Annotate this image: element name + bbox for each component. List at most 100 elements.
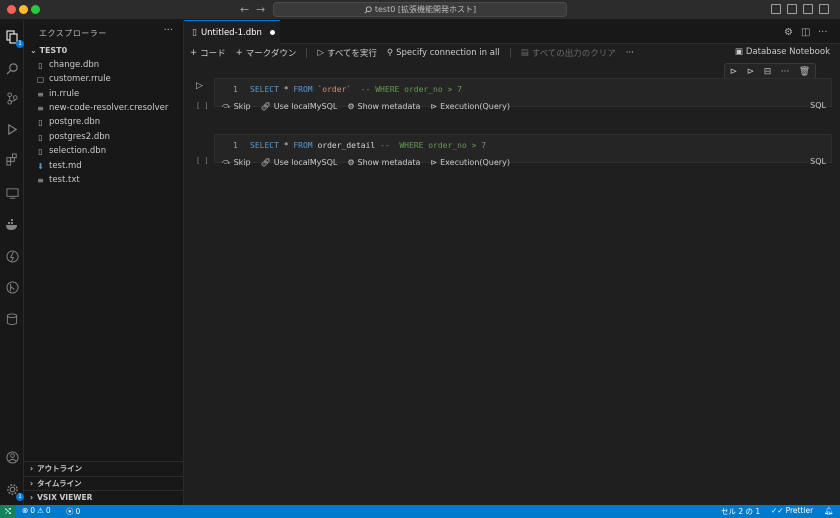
keyword: SELECT	[250, 85, 279, 94]
run-all-icon: ▷	[317, 48, 324, 58]
file-item-selection-dbn[interactable]: ▯ selection.dbn	[36, 144, 182, 158]
text-icon: ≡	[37, 175, 44, 185]
remote-indicator-icon[interactable]: ⤭	[0, 505, 16, 518]
cell-language-sql[interactable]: SQL	[810, 101, 826, 110]
use-connection-button[interactable]: 🔗︎ Use localMySQL	[261, 158, 338, 167]
execution-query-button[interactable]: ⊳ Execution(Query)	[430, 102, 510, 111]
section-label: アウトライン	[37, 464, 83, 473]
skip-button[interactable]: ⤼ Skip	[222, 157, 251, 167]
forward-arrow-icon[interactable]: →	[256, 3, 265, 16]
file-name: customer.rrule	[49, 74, 111, 84]
keyword: FROM	[293, 141, 313, 150]
database-icon[interactable]	[3, 310, 21, 328]
git-graph-icon[interactable]	[3, 278, 21, 296]
ports-indicator[interactable]: ⦿ 0	[66, 506, 80, 517]
remote-explorer-icon[interactable]	[3, 184, 21, 202]
file-name: postgres2.dbn	[49, 132, 111, 142]
split-cell-icon[interactable]: ⊟	[764, 67, 772, 77]
chevron-down-icon: ⌄	[30, 46, 37, 55]
settings-gear-icon[interactable]: ⚙	[784, 27, 793, 38]
execution-count: [ ]	[196, 157, 209, 165]
file-item-new-code-resolver[interactable]: ≡ new-code-resolver.cresolver	[36, 101, 182, 115]
table-name: order_detail	[312, 141, 376, 150]
cell-position-indicator[interactable]: セル 2 の 1	[721, 506, 760, 517]
timeline-section[interactable]: › タイムライン	[24, 476, 184, 490]
operator: *	[278, 85, 294, 94]
show-metadata-label: Show metadata	[357, 157, 421, 167]
execution-query-button[interactable]: ⊳ Execution(Query)	[430, 158, 510, 167]
use-connection-button[interactable]: 🔗︎ Use localMySQL	[261, 102, 338, 111]
show-metadata-button[interactable]: ⚙ Show metadata	[347, 102, 420, 111]
notebook-icon: ▯	[38, 60, 43, 70]
explorer-icon[interactable]: 1	[3, 28, 24, 48]
editor-area: ▯ Untitled-1.dbn ⚙ ◫ ··· + コード + マークダウン …	[184, 20, 840, 505]
run-all-button[interactable]: ▷ すべてを実行	[317, 47, 376, 59]
search-icon[interactable]	[3, 59, 21, 77]
file-item-postgres2-dbn[interactable]: ▯ postgres2.dbn	[36, 130, 182, 144]
file-item-postgre-dbn[interactable]: ▯ postgre.dbn	[36, 115, 182, 129]
file-item-test-txt[interactable]: ≡ test.txt	[36, 173, 182, 187]
tab-untitled-dbn[interactable]: ▯ Untitled-1.dbn	[184, 20, 280, 44]
lightning-icon[interactable]	[3, 247, 21, 265]
cell-code[interactable]: SELECT * FROM order_detail -- WHERE orde…	[250, 141, 486, 150]
minimize-window-button[interactable]	[19, 5, 28, 14]
command-center-search[interactable]: test0 [拡張機能開発ホスト]	[273, 2, 567, 17]
delete-cell-icon[interactable]: 🗑	[799, 67, 810, 77]
add-code-cell-button[interactable]: + コード	[190, 47, 226, 59]
back-arrow-icon[interactable]: ←	[240, 3, 249, 16]
source-control-icon[interactable]	[3, 89, 21, 107]
gear-icon: ⚙	[347, 157, 355, 167]
folder-name: TEST0	[39, 46, 68, 55]
file-item-change-dbn[interactable]: ▯ change.dbn	[36, 58, 182, 72]
clear-all-outputs-button[interactable]: ▤ すべての出力のクリア	[521, 47, 616, 59]
split-editor-icon[interactable]: ◫	[801, 27, 810, 38]
notifications-bell-icon[interactable]: 🔔︎	[824, 506, 834, 515]
customize-layout-icon[interactable]	[819, 4, 829, 14]
notebook-icon: ▯	[38, 117, 43, 127]
toggle-sidebar-icon[interactable]	[771, 4, 781, 14]
more-toolbar-icon[interactable]: ···	[626, 48, 634, 58]
account-icon[interactable]	[3, 448, 21, 466]
folder-header[interactable]: ⌄ TEST0	[30, 46, 67, 55]
more-cell-actions-icon[interactable]: ···	[781, 67, 790, 77]
prettier-indicator[interactable]: ✓✓ Prettier	[771, 506, 813, 515]
manage-gear-icon[interactable]: 1	[3, 480, 24, 501]
execute-below-icon[interactable]: ⊳	[747, 67, 755, 77]
toggle-panel-icon[interactable]	[787, 4, 797, 14]
warning-icon: ⚠	[37, 506, 44, 515]
problems-indicator[interactable]: ⊗ 0 ⚠ 0	[22, 506, 51, 515]
docker-icon[interactable]	[3, 216, 21, 234]
gear-icon: ⚙	[347, 101, 355, 111]
show-metadata-button[interactable]: ⚙ Show metadata	[347, 158, 420, 167]
skip-button[interactable]: ⤼ Skip	[222, 101, 251, 111]
file-item-customer-rrule[interactable]: ▢ customer.rrule	[36, 72, 182, 86]
file-item-in-rrule[interactable]: ≡ in.rrule	[36, 87, 182, 101]
more-actions-icon[interactable]: ···	[163, 25, 173, 36]
notebook-toolbar: + コード + マークダウン ▷ すべてを実行 ⚲ Specify connec…	[184, 44, 840, 62]
execution-label: Execution(Query)	[440, 157, 510, 167]
add-markdown-cell-button[interactable]: + マークダウン	[236, 47, 297, 59]
run-cell-button[interactable]: ▷	[196, 81, 206, 91]
run-debug-icon[interactable]	[3, 120, 21, 138]
cell-code[interactable]: SELECT * FROM `order` -- WHERE order_no …	[250, 85, 462, 94]
outline-section[interactable]: › アウトライン	[24, 461, 184, 475]
more-editor-actions-icon[interactable]: ···	[818, 27, 828, 38]
specify-connection-button[interactable]: ⚲ Specify connection in all	[387, 48, 500, 58]
file-item-test-md[interactable]: ⬇ test.md	[36, 159, 182, 173]
close-window-button[interactable]	[7, 5, 16, 14]
file-name: test.txt	[49, 175, 80, 185]
markdown-icon: ⬇	[37, 161, 44, 171]
toolbar-divider	[306, 48, 308, 58]
cell-language-sql[interactable]: SQL	[810, 157, 826, 166]
broadcast-icon: ⦿	[66, 507, 74, 516]
maximize-window-button[interactable]	[31, 5, 40, 14]
vsix-viewer-section[interactable]: › VSIX VIEWER	[24, 490, 184, 504]
toggle-secondary-sidebar-icon[interactable]	[803, 4, 813, 14]
extensions-icon[interactable]	[3, 150, 21, 168]
execute-above-icon[interactable]: ⊳	[730, 67, 738, 77]
notebook-icon: ▯	[192, 27, 197, 38]
kernel-picker[interactable]: ▣ Database Notebook	[735, 47, 830, 57]
error-count: 0	[30, 506, 36, 515]
show-metadata-label: Show metadata	[357, 101, 421, 111]
error-icon: ⊗	[22, 506, 29, 515]
